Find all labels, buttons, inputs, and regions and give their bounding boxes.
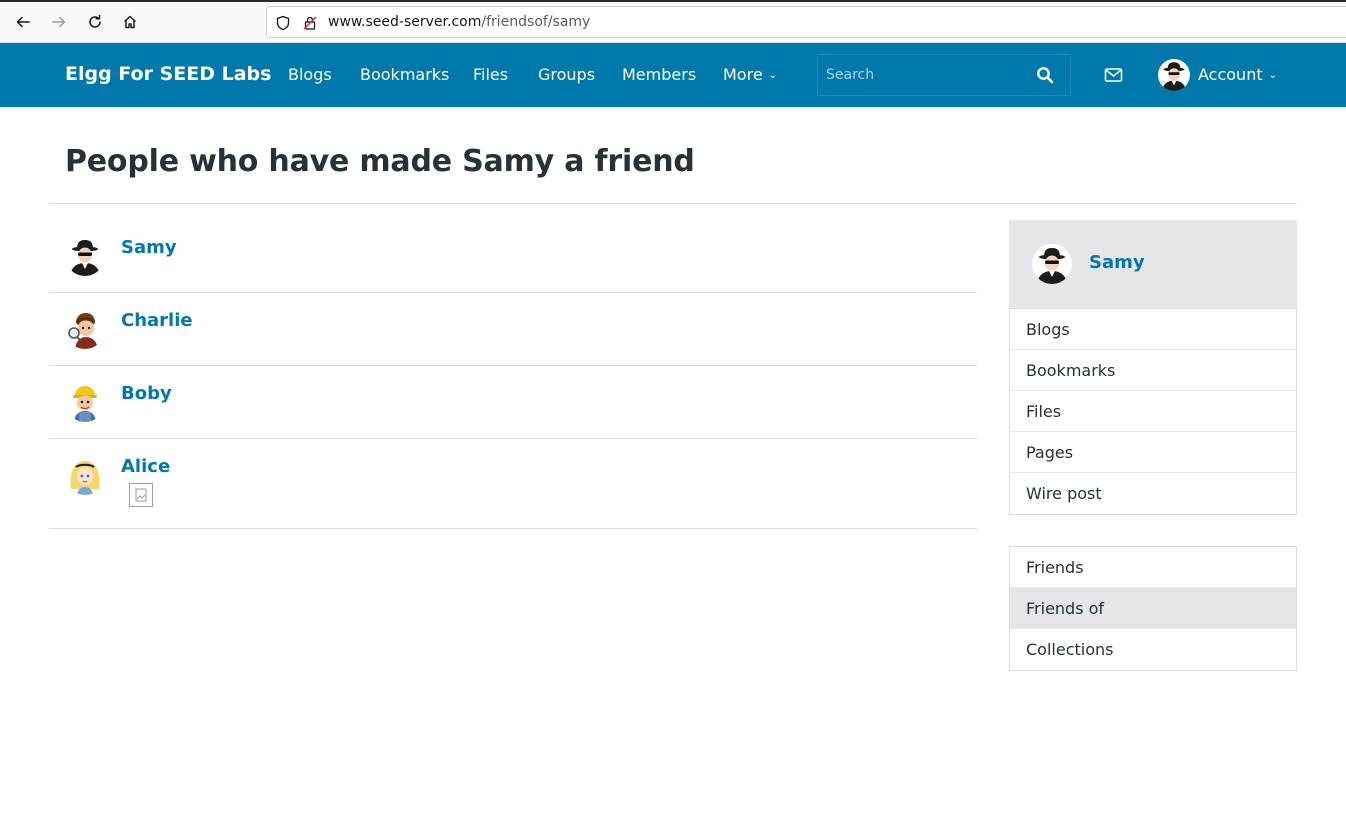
sidebar-item-files[interactable]: Files — [1010, 391, 1296, 432]
user-link-boby[interactable]: Boby — [121, 383, 172, 404]
chevron-down-icon: ⌄ — [768, 70, 778, 81]
account-avatar[interactable] — [1158, 59, 1190, 91]
list-item: Alice — [49, 439, 977, 529]
site-name-link[interactable]: Elgg For SEED Labs — [65, 63, 271, 85]
owner-avatar[interactable] — [1032, 244, 1072, 284]
friends-menu: Friends Friends of Collections — [1009, 546, 1297, 671]
nav-blogs[interactable]: Blogs — [288, 65, 332, 84]
site-topbar: Elgg For SEED Labs Blogs Bookmarks Files… — [0, 43, 1346, 107]
title-divider — [49, 203, 1297, 204]
nav-more[interactable]: More ⌄ — [723, 65, 777, 84]
sidebar-item-collections[interactable]: Collections — [1010, 629, 1296, 670]
sidebar-item-bookmarks[interactable]: Bookmarks — [1010, 350, 1296, 391]
page-title: People who have made Samy a friend — [65, 144, 695, 179]
shield-icon[interactable] — [275, 15, 291, 31]
user-link-alice[interactable]: Alice — [121, 456, 170, 477]
home-icon[interactable] — [119, 11, 141, 33]
owner-name-link[interactable]: Samy — [1089, 252, 1145, 273]
back-icon[interactable] — [12, 11, 34, 33]
sidebar-item-friends-of[interactable]: Friends of — [1010, 588, 1296, 629]
friends-of-list: Samy Charlie Boby Alice — [49, 220, 977, 529]
account-menu[interactable]: Account ⌄ — [1198, 65, 1277, 84]
nav-bookmarks[interactable]: Bookmarks — [360, 65, 449, 84]
insecure-lock-icon[interactable] — [302, 15, 318, 31]
user-link-charlie[interactable]: Charlie — [121, 310, 193, 331]
sidebar-item-pages[interactable]: Pages — [1010, 432, 1296, 473]
nav-more-label: More — [723, 65, 763, 84]
user-avatar-boby[interactable] — [65, 382, 105, 422]
window-top-edge — [0, 0, 1346, 2]
user-avatar-samy[interactable] — [65, 236, 105, 276]
nav-groups[interactable]: Groups — [538, 65, 595, 84]
reload-icon[interactable] — [84, 11, 106, 33]
user-link-samy[interactable]: Samy — [121, 237, 177, 258]
browser-toolbar: www.seed-server.com/friendsof/samy — [0, 0, 1346, 43]
forward-icon[interactable] — [48, 11, 70, 33]
list-item: Boby — [49, 366, 977, 439]
search-input[interactable] — [818, 55, 1028, 95]
chevron-down-icon: ⌄ — [1268, 70, 1277, 81]
sidebar-item-wire-post[interactable]: Wire post — [1010, 473, 1296, 514]
url-path: /friendsof/samy — [481, 14, 591, 30]
owner-content-menu: Blogs Bookmarks Files Pages Wire post — [1009, 308, 1297, 515]
search-form — [817, 54, 1071, 96]
messages-envelope-icon[interactable] — [1104, 67, 1123, 83]
user-avatar-charlie[interactable] — [65, 309, 105, 349]
nav-files[interactable]: Files — [473, 65, 508, 84]
list-item: Samy — [49, 220, 977, 293]
address-bar[interactable]: www.seed-server.com/friendsof/samy — [266, 6, 1346, 38]
owner-block: Samy — [1009, 220, 1297, 309]
user-avatar-alice[interactable] — [65, 455, 105, 495]
search-icon[interactable] — [1036, 66, 1056, 86]
url-host: www.seed-server.com — [328, 14, 482, 30]
account-label: Account — [1198, 65, 1263, 84]
url-text[interactable]: www.seed-server.com/friendsof/samy — [328, 14, 590, 30]
sidebar-item-friends[interactable]: Friends — [1010, 547, 1296, 588]
list-item: Charlie — [49, 293, 977, 366]
sidebar-item-blogs[interactable]: Blogs — [1010, 309, 1296, 350]
broken-image-icon — [129, 483, 153, 507]
nav-members[interactable]: Members — [622, 65, 696, 84]
